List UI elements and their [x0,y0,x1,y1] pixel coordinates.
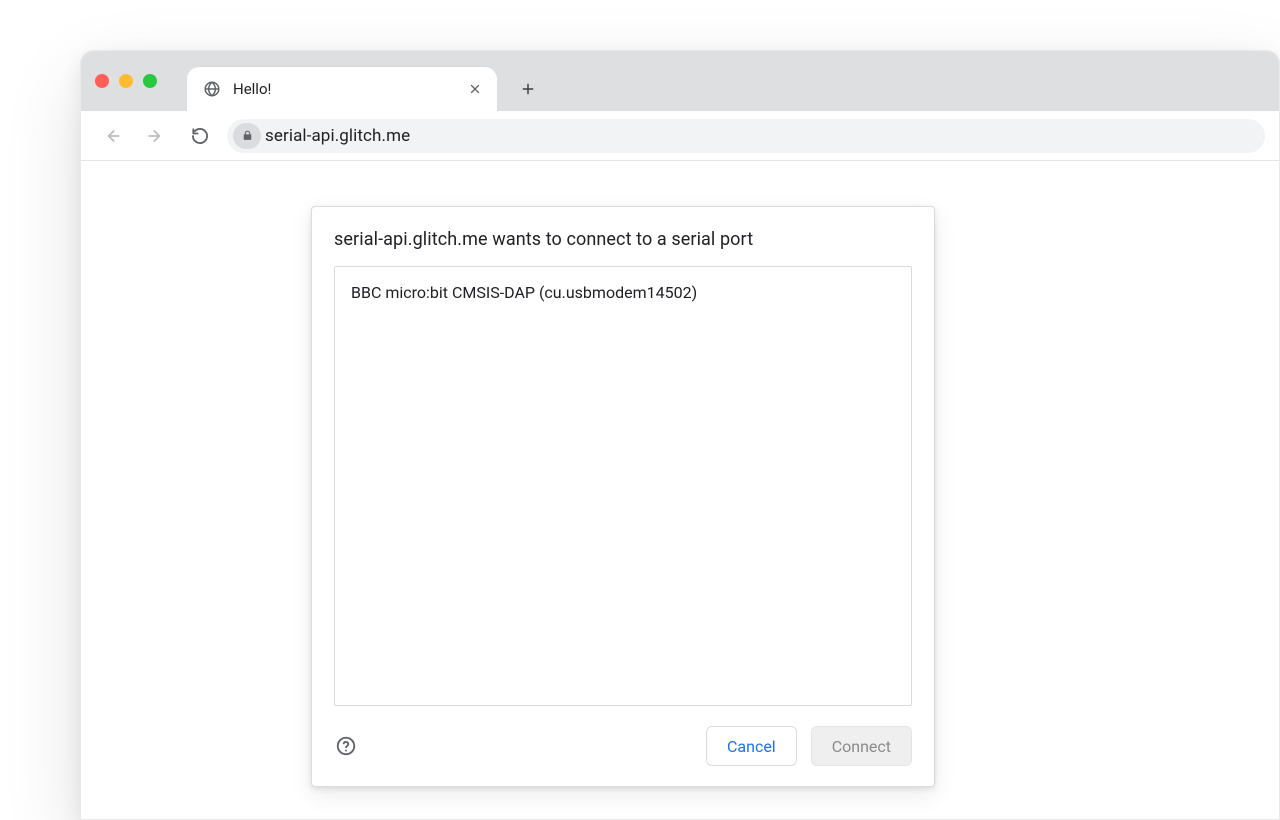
maximize-window-icon[interactable] [143,74,157,88]
back-button[interactable] [95,119,129,153]
dialog-title: serial-api.glitch.me wants to connect to… [334,229,912,250]
minimize-window-icon[interactable] [119,74,133,88]
toolbar: serial-api.glitch.me [81,111,1279,161]
address-bar[interactable]: serial-api.glitch.me [227,119,1265,153]
lock-icon [241,129,254,142]
forward-button[interactable] [139,119,173,153]
close-tab-icon[interactable] [465,79,485,99]
help-icon[interactable] [334,734,358,758]
reload-button[interactable] [183,119,217,153]
site-info-button[interactable] [233,123,261,149]
window-controls [95,51,157,111]
cancel-button[interactable]: Cancel [706,726,797,766]
stage: Hello! [0,0,1280,820]
globe-icon [203,80,221,98]
device-list[interactable]: BBC micro:bit CMSIS-DAP (cu.usbmodem1450… [334,266,912,706]
close-window-icon[interactable] [95,74,109,88]
browser-tab[interactable]: Hello! [187,67,497,111]
dialog-footer: Cancel Connect [334,726,912,766]
tab-strip: Hello! [81,51,1279,111]
tab-title: Hello! [233,80,271,98]
serial-port-dialog: serial-api.glitch.me wants to connect to… [311,206,935,787]
browser-window: Hello! [80,50,1280,820]
new-tab-button[interactable] [511,72,545,106]
connect-button[interactable]: Connect [811,726,912,766]
url-text: serial-api.glitch.me [265,126,410,146]
device-item[interactable]: BBC micro:bit CMSIS-DAP (cu.usbmodem1450… [351,281,895,304]
